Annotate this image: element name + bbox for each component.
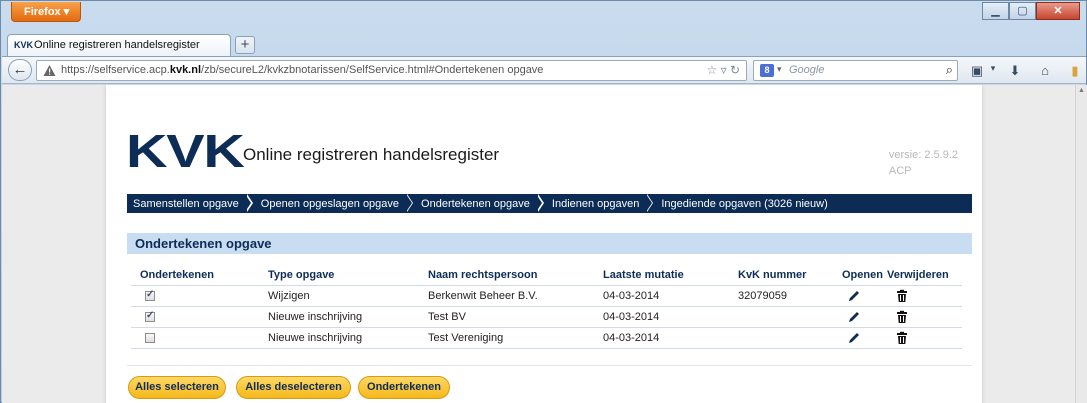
sign-cell xyxy=(131,285,259,307)
scroll-up-icon[interactable]: ▲ xyxy=(1078,87,1085,94)
navigation-toolbar: ← https://selfservice.acp.kvk.nl/zb/secu… xyxy=(2,56,1086,84)
section-title: Ondertekenen opgave xyxy=(127,233,972,254)
open-cell xyxy=(842,306,887,328)
reload-icon[interactable]: ↻ xyxy=(730,63,740,77)
sign-button[interactable]: Ondertekenen xyxy=(358,376,450,399)
back-arrow-icon[interactable]: ← xyxy=(8,59,32,81)
kvk-logo-text: KVK xyxy=(126,125,245,177)
browser-window: Firefox ▾ ▁ ▢ ✕ KVKOnline registreren ha… xyxy=(0,0,1087,403)
version-info: versie: 2.5.9.2 ACP xyxy=(889,147,958,179)
url-domain: kvk.nl xyxy=(169,64,202,76)
date-cell: 04-03-2014 xyxy=(594,285,729,307)
step-openen[interactable]: Openen opgeslagen opgave xyxy=(255,198,407,210)
step-separator xyxy=(536,194,546,213)
column-header: Ondertekenen xyxy=(131,266,259,286)
maximize-icon[interactable]: ▢ xyxy=(1009,2,1036,20)
search-placeholder: Google xyxy=(789,64,825,76)
version-number: versie: 2.5.9.2 xyxy=(888,149,958,161)
pencil-icon[interactable] xyxy=(847,331,861,345)
tab-title: Online registreren handelsregister xyxy=(34,39,200,51)
url-suffix: /zb/secureL2/kvkzbnotarissen/SelfService… xyxy=(201,64,544,76)
footer-divider xyxy=(127,365,972,366)
name-cell: Test BV xyxy=(419,306,594,328)
step-indienen[interactable]: Indienen opgaven xyxy=(546,198,647,210)
step-samenstellen[interactable]: Samenstellen opgave xyxy=(127,198,247,210)
bookmarks-icon[interactable]: ▮ xyxy=(1066,63,1084,79)
date-cell: 04-03-2014 xyxy=(594,306,729,328)
step-ondertekenen[interactable]: Ondertekenen opgave xyxy=(415,198,538,210)
step-navigation: Samenstellen opgave Openen opgeslagen op… xyxy=(127,194,972,213)
type-cell: Wijzigen xyxy=(259,285,419,307)
url-prefix: https://selfservice.acp. xyxy=(61,64,170,76)
bookmark-star-icon[interactable]: ☆ xyxy=(706,63,717,77)
open-cell xyxy=(842,285,887,307)
kvk-logo: KVK xyxy=(126,128,245,174)
environment-label: ACP xyxy=(888,165,912,177)
pencil-icon[interactable] xyxy=(847,310,861,324)
trash-icon[interactable] xyxy=(895,289,909,303)
minimize-icon[interactable]: ▁ xyxy=(982,2,1009,20)
sign-checkbox[interactable] xyxy=(145,289,155,301)
name-cell: Test Vereniging xyxy=(419,327,594,349)
delete-cell xyxy=(887,285,962,307)
page-viewport: KVK Online registreren handelsregister v… xyxy=(2,85,1075,403)
warning-icon xyxy=(43,65,56,76)
page-menu-dropdown-icon[interactable]: ▾ xyxy=(984,63,1002,79)
url-bar-actions: ☆ ▿ ↻ xyxy=(706,63,740,77)
select-all-button[interactable]: Alles selecteren xyxy=(128,376,226,399)
firefox-menu-label: Firefox xyxy=(24,6,61,18)
search-magnifier-icon[interactable]: ⌕ xyxy=(946,62,953,78)
kvk-cell xyxy=(729,327,842,349)
firefox-menu-button[interactable]: Firefox ▾ xyxy=(11,2,81,22)
step-separator xyxy=(645,194,655,213)
type-cell: Nieuwe inschrijving xyxy=(259,306,419,328)
step-ingediende[interactable]: Ingediende opgaven (3026 nieuw) xyxy=(655,198,835,210)
history-dropdown-icon[interactable]: ▿ xyxy=(721,63,727,77)
vertical-scrollbar[interactable]: ▲ xyxy=(1075,85,1087,403)
close-icon[interactable]: ✕ xyxy=(1036,2,1080,20)
delete-cell xyxy=(887,327,962,349)
name-cell: Berkenwit Beheer B.V. xyxy=(419,285,594,307)
sign-cell xyxy=(131,327,259,349)
kvk-cell xyxy=(729,306,842,328)
date-cell: 04-03-2014 xyxy=(594,327,729,349)
pencil-icon[interactable] xyxy=(847,289,861,303)
open-cell xyxy=(842,327,887,349)
tab-active[interactable]: KVKOnline registreren handelsregister xyxy=(7,34,231,56)
sign-checkbox[interactable] xyxy=(145,332,155,343)
column-header: Verwijderen xyxy=(887,266,962,286)
search-engine-icon[interactable]: 8 xyxy=(760,64,774,77)
tab-favicon: KVK xyxy=(14,40,34,50)
opgaven-table: Ondertekenen Type opgave Naam rechtspers… xyxy=(131,266,962,349)
home-icon[interactable]: ⌂ xyxy=(1036,63,1054,79)
kvk-cell: 32079059 xyxy=(729,285,842,307)
search-bar[interactable]: 8 ▾ Google ⌕ xyxy=(753,60,958,81)
sign-checkbox[interactable] xyxy=(145,310,155,322)
table-row: Wijzigen Berkenwit Beheer B.V. 04-03-201… xyxy=(131,285,962,307)
sign-cell xyxy=(131,306,259,328)
column-header: Type opgave xyxy=(259,266,419,286)
search-engine-dropdown-icon[interactable]: ▾ xyxy=(777,64,782,75)
column-header: Laatste mutatie xyxy=(594,266,729,286)
new-tab-button[interactable]: + xyxy=(235,36,255,54)
page-container: KVK Online registreren handelsregister v… xyxy=(106,85,982,403)
step-separator xyxy=(405,194,415,213)
delete-cell xyxy=(887,306,962,328)
window-controls: ▁ ▢ ✕ xyxy=(982,2,1080,20)
column-header: Openen xyxy=(842,266,887,286)
trash-icon[interactable] xyxy=(895,310,909,324)
download-icon[interactable]: ⬇ xyxy=(1006,63,1024,79)
table-row: Nieuwe inschrijving Test BV 04-03-2014 xyxy=(131,306,962,328)
step-separator xyxy=(245,194,255,213)
deselect-all-button[interactable]: Alles deselecteren xyxy=(236,376,351,399)
site-title: Online registreren handelsregister xyxy=(243,145,500,164)
url-bar[interactable]: https://selfservice.acp.kvk.nl/zb/secure… xyxy=(36,60,747,81)
column-header: Naam rechtspersoon xyxy=(419,266,594,286)
column-header: KvK nummer xyxy=(729,266,842,286)
type-cell: Nieuwe inschrijving xyxy=(259,327,419,349)
table-header-row: Ondertekenen Type opgave Naam rechtspers… xyxy=(131,266,962,286)
title-bar: Firefox ▾ ▁ ▢ ✕ xyxy=(1,1,1086,31)
trash-icon[interactable] xyxy=(895,331,909,345)
table-row: Nieuwe inschrijving Test Vereniging 04-0… xyxy=(131,327,962,349)
